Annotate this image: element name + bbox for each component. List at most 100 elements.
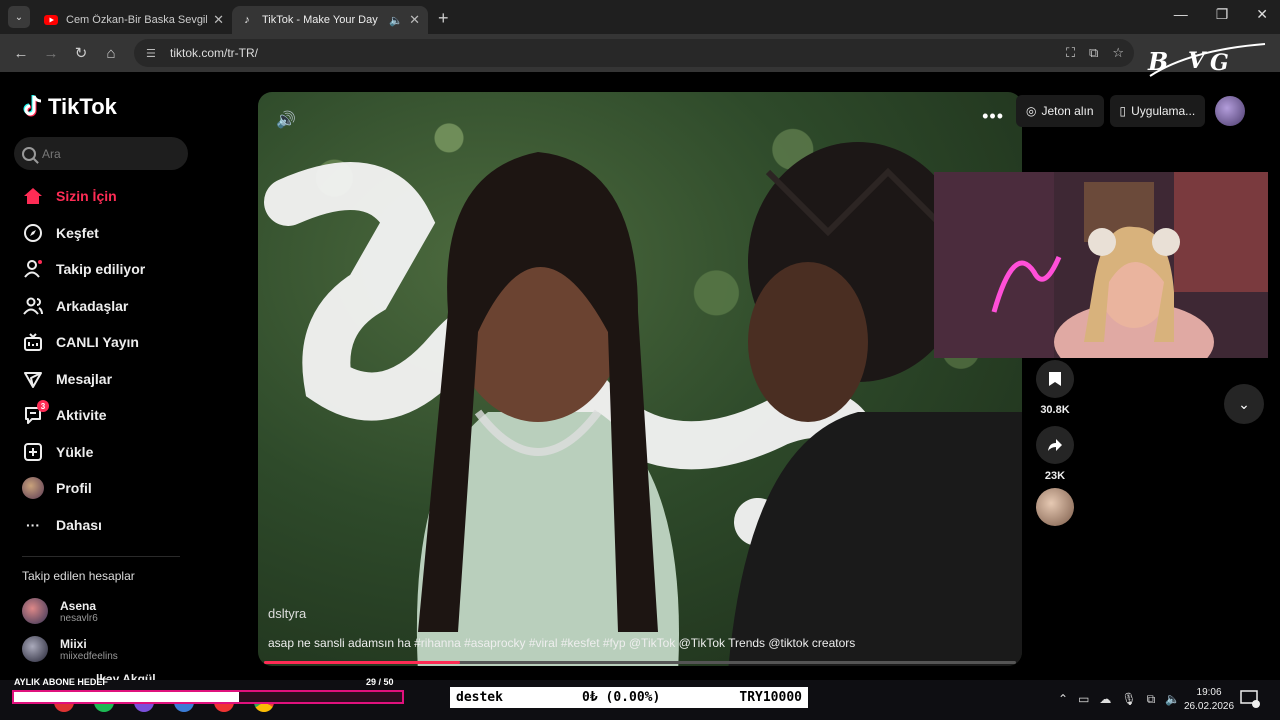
bookmark-star-icon[interactable]: ☆	[1112, 45, 1124, 61]
sidebar-item-messages[interactable]: Mesajlar	[22, 361, 192, 398]
sidebar-item-label: Profil	[56, 480, 92, 497]
share-arrow-icon	[1036, 426, 1074, 464]
network-icon[interactable]: ⧉	[1147, 692, 1156, 707]
subscriber-goal-fill	[14, 692, 240, 702]
tiktok-note-icon	[23, 95, 42, 117]
share-count: 23K	[1044, 470, 1066, 482]
account-name: Asena	[60, 598, 97, 613]
taskbar-clock[interactable]: 19:06 26.02.2026	[1184, 686, 1234, 714]
sidebar-item-label: CANLI Yayın	[56, 334, 139, 351]
speaker-icon[interactable]: 🔈	[1165, 692, 1180, 707]
translate-icon[interactable]: ⛶	[1066, 45, 1075, 61]
sidebar-item-for-you[interactable]: Sizin İçin	[22, 178, 192, 215]
restore-icon[interactable]: ❐	[1216, 6, 1229, 23]
sidebar-item-profile[interactable]: Profil	[22, 470, 192, 507]
reload-icon[interactable]: ↻	[66, 44, 96, 62]
search-placeholder: Ara	[42, 146, 61, 161]
new-tab-button[interactable]: +	[438, 8, 449, 29]
video-progress-bar[interactable]	[264, 661, 1016, 664]
video-player[interactable]: 🔊 ••• dsltyra asap ne sansli adamsın ha …	[258, 92, 1022, 666]
tiktok-logo[interactable]: TikTok	[22, 94, 117, 120]
tiktok-icon: ♪	[244, 14, 250, 26]
logo-text: TikTok	[48, 94, 117, 119]
clock-time: 19:06	[1196, 687, 1222, 698]
microphone-icon[interactable]: 🎙	[1121, 692, 1136, 707]
notification-center-icon[interactable]	[1240, 690, 1262, 710]
donation-goal-widget: destek 0₺ (0.00%) TRY10000	[450, 687, 808, 708]
cast-icon[interactable]: ⧉	[1089, 45, 1098, 61]
sidebar-item-label: Mesajlar	[56, 370, 113, 387]
activity-icon: 3	[22, 400, 49, 426]
sidebar-item-following[interactable]: Takip ediliyor	[22, 251, 192, 288]
browser-tab-tiktok[interactable]: ♪ TikTok - Make Your Day 🔈 ✕	[232, 6, 428, 34]
next-video-button[interactable]: ⌄	[1224, 384, 1264, 424]
close-window-icon[interactable]: ✕	[1256, 6, 1268, 23]
tab-audio-icon[interactable]: 🔈	[389, 14, 403, 27]
profile-avatar	[22, 477, 44, 500]
video-username[interactable]: dsltyra	[268, 606, 306, 621]
battery-icon[interactable]: ▭	[1078, 692, 1089, 707]
sidebar-item-live[interactable]: CANLI Yayın	[22, 324, 192, 361]
account-handle: nesavlr6	[60, 612, 98, 624]
notification-icon	[1240, 690, 1260, 708]
address-bar[interactable]: ☰ tiktok.com/tr-TR/ ⛶ ⧉ ☆	[134, 39, 1134, 67]
phone-icon: ▯	[1119, 104, 1127, 118]
home-icon	[22, 185, 44, 207]
followed-account[interactable]: Asena nesavlr6	[22, 598, 98, 624]
music-disc-button[interactable]	[1036, 488, 1074, 526]
user-avatar[interactable]	[1215, 96, 1246, 126]
sidebar-item-more[interactable]: ··· Dahası	[22, 507, 192, 544]
minimize-icon[interactable]: —	[1174, 6, 1188, 23]
stream-logo-graphic: B V G	[1147, 43, 1266, 77]
cloud-icon[interactable]: ☁	[1099, 692, 1111, 707]
sidebar-item-friends[interactable]: Arkadaşlar	[22, 288, 192, 325]
donation-label: destek	[456, 690, 503, 705]
webcam-feed	[934, 172, 1268, 358]
close-tab-icon[interactable]: ✕	[213, 12, 224, 28]
music-disc-icon	[1036, 488, 1074, 526]
account-name: Miixi	[60, 636, 87, 651]
close-tab-icon[interactable]: ✕	[409, 12, 420, 28]
donation-amount: 0₺ (0.00%)	[582, 690, 661, 705]
share-button[interactable]: 23K	[1036, 426, 1074, 482]
compass-icon	[22, 222, 44, 244]
friends-icon	[22, 295, 44, 317]
stream-logo: B V G	[1140, 40, 1270, 80]
get-app-label: Uygulama...	[1131, 104, 1196, 118]
sidebar-item-label: Aktivite	[56, 407, 107, 424]
webcam-overlay	[934, 172, 1268, 358]
donation-target: TRY10000	[739, 690, 802, 705]
forward-icon[interactable]: →	[36, 45, 66, 62]
sidebar-item-activity[interactable]: 3 Aktivite	[22, 397, 192, 434]
save-button[interactable]: 30.8K	[1036, 360, 1074, 416]
live-icon	[22, 331, 44, 353]
subscriber-goal-bar	[12, 690, 404, 704]
svg-text:G: G	[1210, 50, 1228, 76]
back-icon[interactable]: ←	[6, 45, 36, 62]
subscriber-goal-count: 29 / 50	[366, 677, 394, 687]
sidebar-item-explore[interactable]: Keşfet	[22, 215, 192, 252]
site-info-icon[interactable]: ☰	[146, 47, 160, 60]
messages-icon	[22, 368, 44, 390]
tab-title: Cem Özkan-Bir Baska Sevgiliyi S	[66, 14, 208, 26]
more-options-icon[interactable]: •••	[982, 106, 1004, 127]
sidebar-item-label: Sizin İçin	[56, 188, 117, 205]
get-coins-button[interactable]: ◎ Jeton alın	[1016, 95, 1104, 127]
sidebar-item-upload[interactable]: Yükle	[22, 434, 192, 471]
chevron-up-icon[interactable]: ⌃	[1058, 692, 1068, 707]
browser-tab-youtube[interactable]: Cem Özkan-Bir Baska Sevgiliyi S ✕	[36, 6, 232, 34]
volume-icon[interactable]: 🔊	[276, 110, 296, 130]
url-text: tiktok.com/tr-TR/	[170, 46, 259, 60]
tab-search-button[interactable]: ⌄	[8, 6, 30, 28]
sidebar-item-label: Keşfet	[56, 224, 99, 241]
search-input[interactable]: Ara	[14, 137, 188, 170]
account-handle: miixedfeelins	[60, 650, 118, 662]
activity-badge: 3	[37, 400, 49, 413]
get-app-button[interactable]: ▯ Uygulama...	[1109, 95, 1206, 127]
youtube-icon	[44, 13, 58, 27]
get-coins-label: Jeton alın	[1041, 104, 1094, 118]
followed-account[interactable]: Miixi miixedfeelins	[22, 636, 118, 662]
home-icon[interactable]: ⌂	[96, 45, 126, 62]
tab-title: TikTok - Make Your Day	[262, 14, 378, 26]
avatar	[22, 636, 48, 662]
